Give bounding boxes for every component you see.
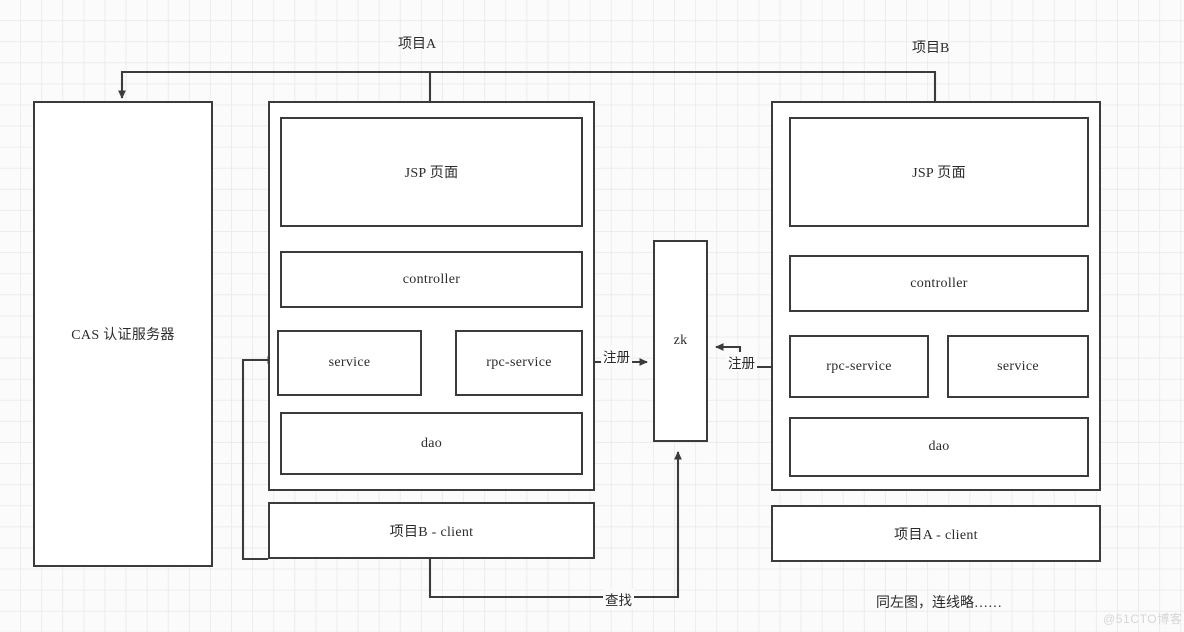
project-a-jsp-label: JSP 页面	[404, 166, 459, 181]
project-b-controller-box[interactable]: controller	[789, 255, 1089, 312]
project-b-client-box[interactable]: 项目A - client	[771, 505, 1101, 562]
project-a-service-label: service	[328, 355, 371, 370]
project-b-dao-box[interactable]: dao	[789, 417, 1089, 477]
zk-registry-label: zk	[673, 333, 688, 348]
project-b-service-box[interactable]: service	[947, 335, 1089, 398]
project-b-jsp-box[interactable]: JSP 页面	[789, 117, 1089, 227]
project-a-client-label: 项目B - client	[389, 524, 474, 540]
project-b-client-label: 项目A - client	[894, 527, 978, 543]
project-a-rpc-service-label: rpc-service	[486, 355, 552, 370]
wire-project-b-to-cas	[430, 70, 937, 103]
project-a-jsp-box[interactable]: JSP 页面	[280, 117, 583, 227]
project-a-client-box[interactable]: 项目B - client	[268, 502, 595, 559]
cas-server-label: CAS 认证服务器	[71, 328, 175, 343]
project-a-controller-box[interactable]: controller	[280, 251, 583, 308]
project-a-rpc-service-box[interactable]: rpc-service	[455, 330, 583, 396]
project-b-rpc-service-label: rpc-service	[826, 358, 892, 374]
watermark-label: @51CTO博客	[1103, 612, 1183, 626]
project-b-service-label: service	[997, 358, 1039, 374]
diagram-canvas: 项目A 项目B CAS 认证服务器 JSP 页面 controller serv…	[0, 0, 1184, 632]
project-a-dao-label: dao	[420, 435, 443, 451]
zk-registry-box[interactable]: zk	[653, 240, 708, 442]
wire-label-register-right: 注册	[726, 352, 757, 372]
diagram-note: 同左图，连线略……	[876, 596, 1002, 611]
project-b-jsp-label: JSP 页面	[912, 166, 966, 181]
label-project-b: 项目B	[912, 41, 950, 56]
project-b-controller-label: controller	[910, 275, 968, 291]
label-project-a: 项目A	[398, 37, 437, 52]
project-a-service-box[interactable]: service	[277, 330, 422, 396]
wire-label-register-left: 注册	[601, 346, 632, 366]
cas-server-box[interactable]: CAS 认证服务器	[33, 101, 213, 567]
project-a-dao-box[interactable]: dao	[280, 412, 583, 475]
project-b-dao-label: dao	[928, 439, 950, 454]
project-b-rpc-service-box[interactable]: rpc-service	[789, 335, 929, 398]
wire-project-a-to-cas	[118, 70, 432, 103]
wire-label-lookup: 查找	[603, 589, 634, 609]
project-a-controller-label: controller	[402, 271, 461, 287]
